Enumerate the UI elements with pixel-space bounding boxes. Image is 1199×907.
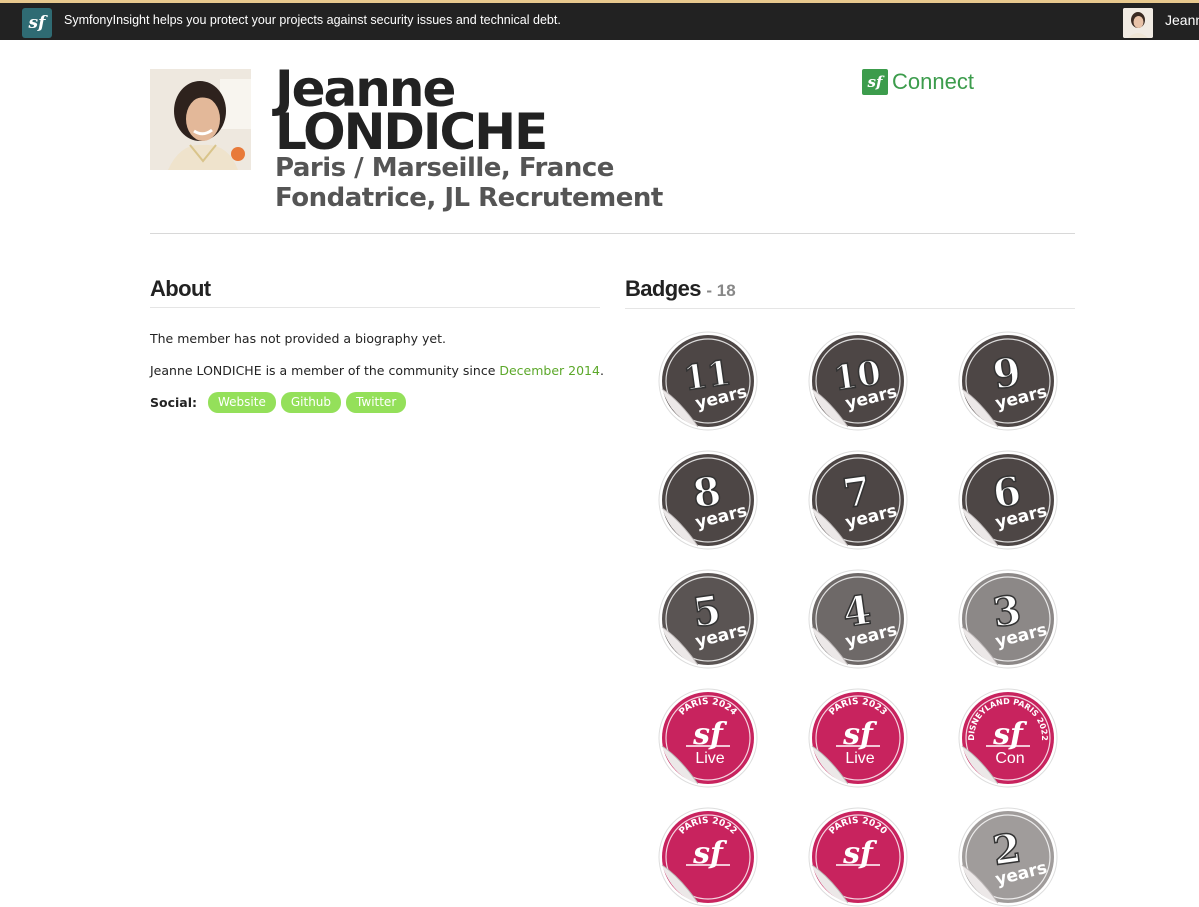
badges-divider xyxy=(625,308,1075,309)
badge-years-8[interactable]: 8 years xyxy=(658,450,758,550)
badge-years-5[interactable]: 5 years xyxy=(658,569,758,669)
social-twitter-link[interactable]: Twitter xyxy=(346,392,407,413)
about-title: About xyxy=(150,276,211,301)
badge-years-2[interactable]: 2 years xyxy=(958,807,1058,907)
member-since-text: Jeanne LONDICHE is a member of the commu… xyxy=(150,363,604,378)
badge-years-6[interactable]: 6 years xyxy=(958,450,1058,550)
connect-label: Connect xyxy=(892,69,974,94)
badge-event-word: Live xyxy=(845,750,874,767)
badge-event[interactable]: PARIS 2022 sf xyxy=(658,807,758,907)
badge-event-word: Con xyxy=(995,750,1024,767)
profile-photo xyxy=(150,69,251,170)
badge-years-7[interactable]: 7 years xyxy=(808,450,908,550)
symfony-connect-logo[interactable]: sf Connect xyxy=(862,69,974,95)
member-since-prefix: Jeanne LONDICHE is a member of the commu… xyxy=(150,363,500,378)
about-divider xyxy=(150,307,600,308)
profile-name: Jeanne LONDICHE xyxy=(275,64,548,161)
badge-years-3[interactable]: 3 years xyxy=(958,569,1058,669)
social-links: Social: Website Github Twitter xyxy=(150,392,411,413)
member-since-suffix: . xyxy=(599,363,604,378)
about-bio: The member has not provided a biography … xyxy=(150,331,446,346)
badge-years-9[interactable]: 9 years xyxy=(958,331,1058,431)
top-bar: sf SymfonyInsight helps you protect your… xyxy=(0,0,1199,40)
connect-logo-icon: sf xyxy=(862,69,888,95)
badges-title-text: Badges xyxy=(625,276,701,301)
insight-promo-link[interactable]: SymfonyInsight helps you protect your pr… xyxy=(64,13,561,27)
profile-location: Paris / Marseille, France xyxy=(275,153,614,183)
social-github-link[interactable]: Github xyxy=(280,392,342,413)
member-since-link[interactable]: December 2014 xyxy=(499,363,600,378)
profile-last-name: LONDICHE xyxy=(275,103,548,161)
badges-title: Badges - 18 xyxy=(625,276,736,302)
badge-years-10[interactable]: 10 years xyxy=(808,331,908,431)
social-website-link[interactable]: Website xyxy=(208,392,276,413)
header-divider xyxy=(150,233,1075,234)
badge-years-11[interactable]: 11 years xyxy=(658,331,758,431)
badge-event-word: Live xyxy=(695,750,724,767)
badges-count: - 18 xyxy=(706,281,736,300)
badge-event[interactable]: PARIS 2023 sf Live xyxy=(808,688,908,788)
user-menu-name[interactable]: Jeann xyxy=(1165,12,1199,28)
profile-position: Fondatrice, JL Recrutement xyxy=(275,183,663,213)
badge-event[interactable]: DISNEYLAND PARIS 2022 sf Con xyxy=(958,688,1058,788)
social-label: Social: xyxy=(150,395,198,410)
badge-event[interactable]: PARIS 2024 sf Live xyxy=(658,688,758,788)
badge-event[interactable]: PARIS 2020 sf xyxy=(808,807,908,907)
badge-years-4[interactable]: 4 years xyxy=(808,569,908,669)
symfony-logo-icon[interactable]: sf xyxy=(22,8,52,38)
user-avatar[interactable] xyxy=(1123,8,1153,38)
